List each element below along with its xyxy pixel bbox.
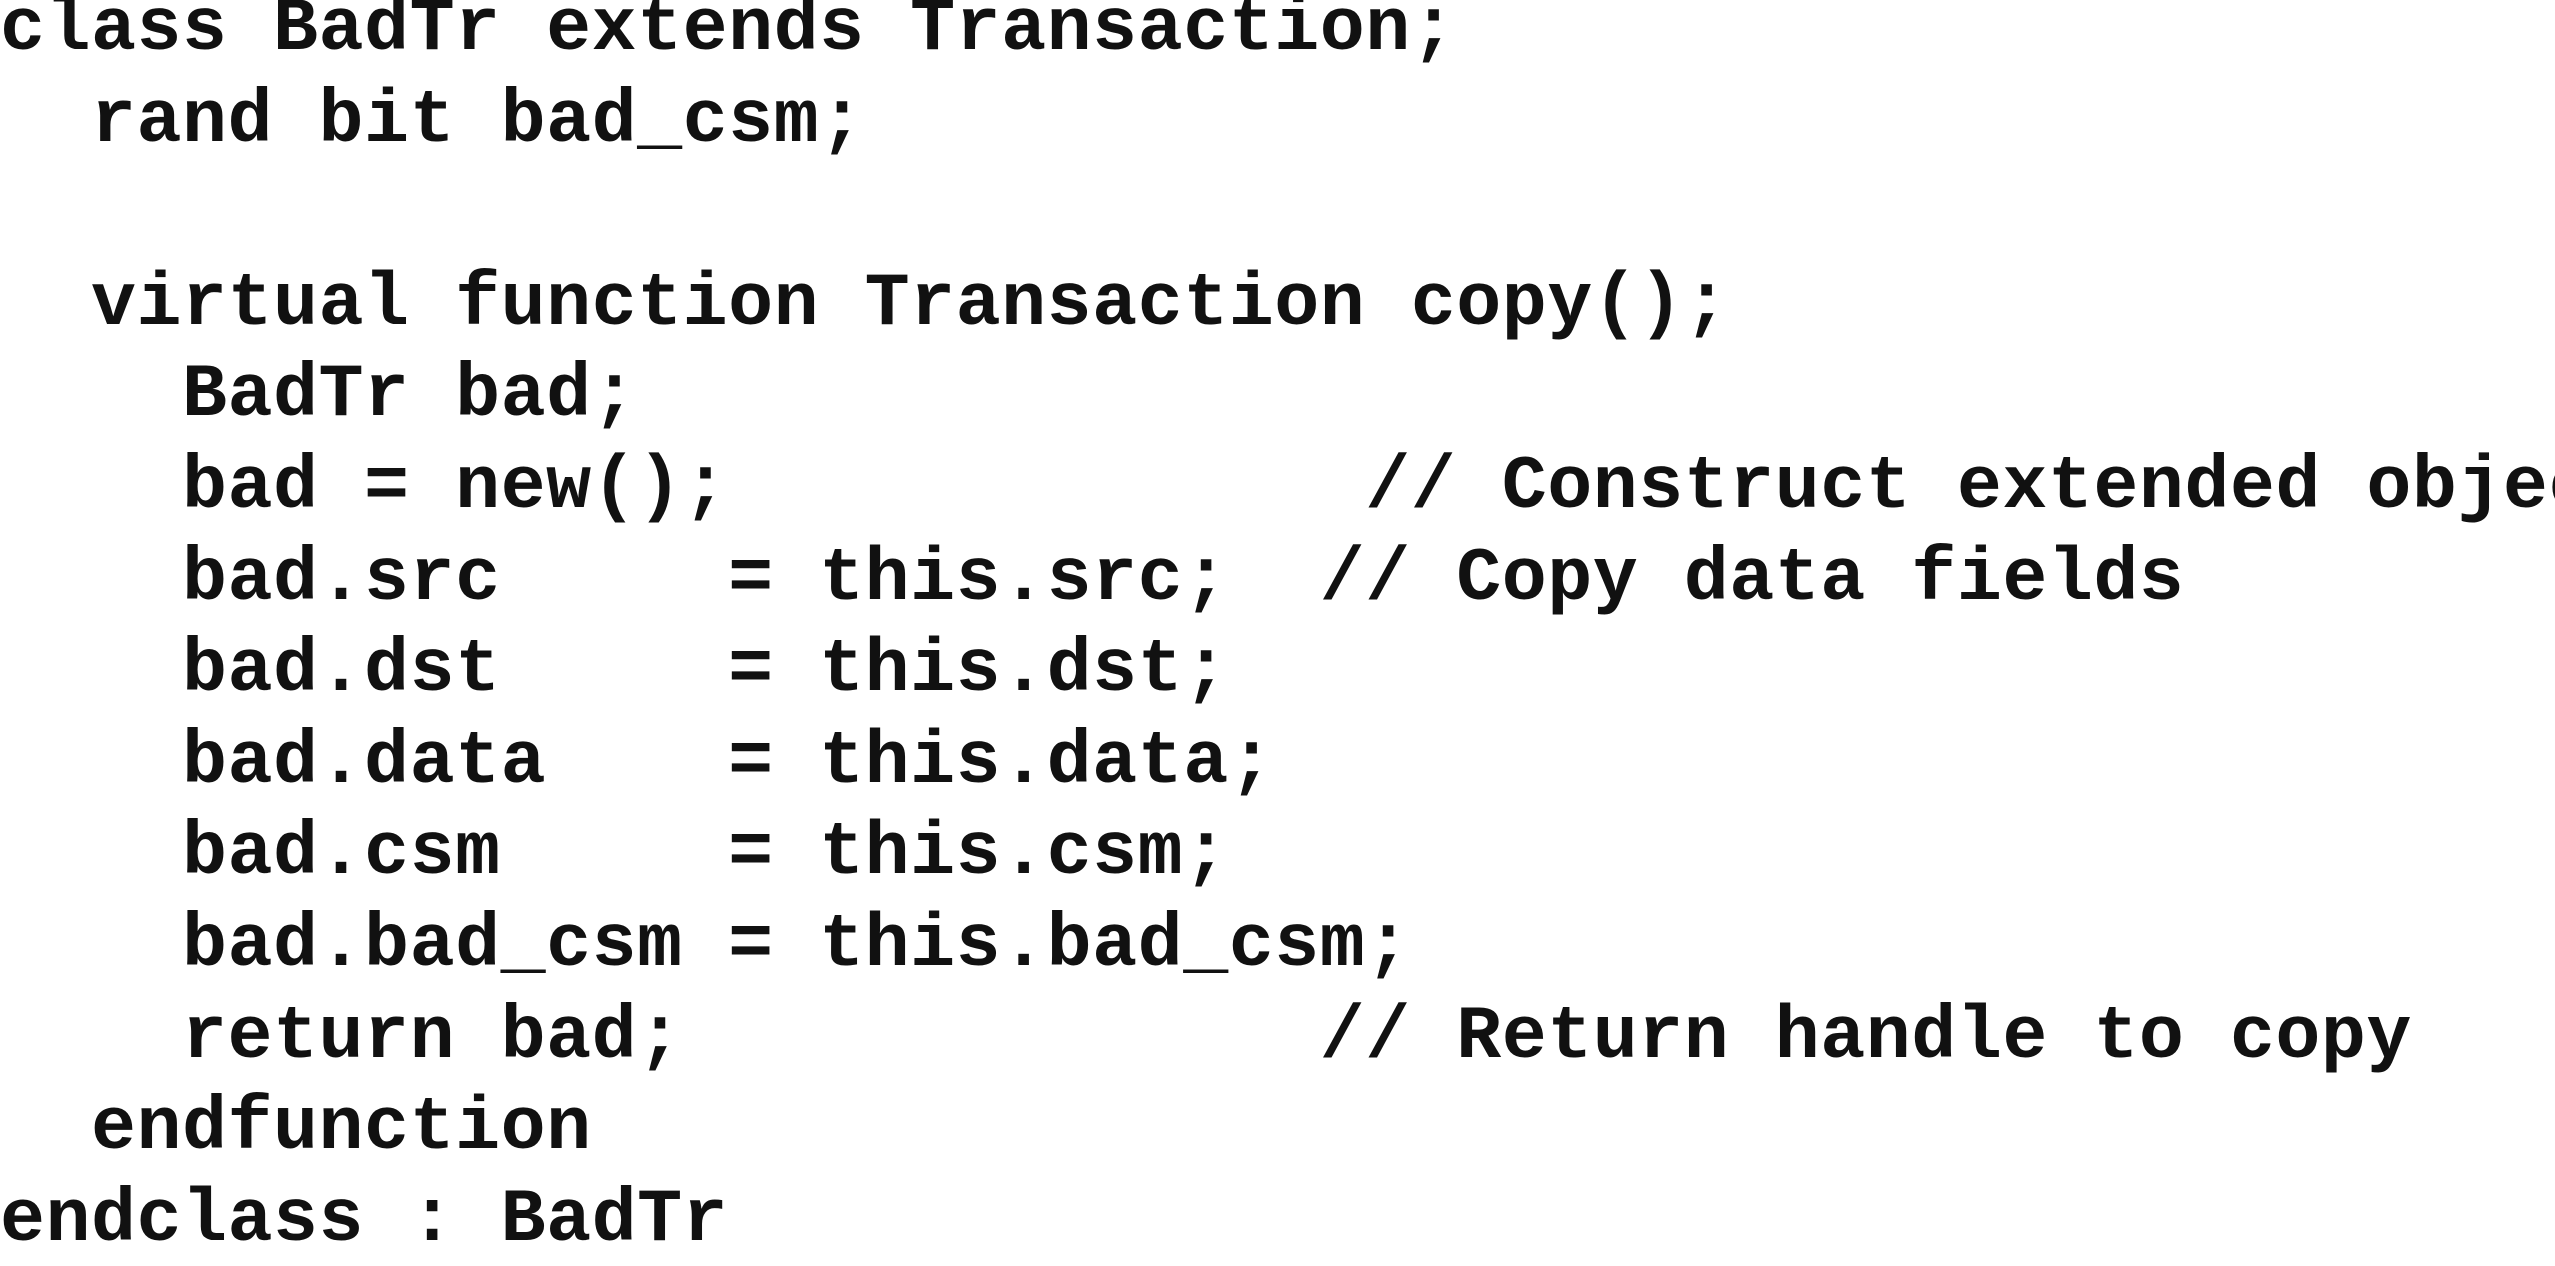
code-line-return: return bad; // Return handle to copy xyxy=(0,994,2412,1080)
code-line-function-decl: virtual function Transaction copy(); xyxy=(0,261,1730,347)
code-line-copy-bad-csm: bad.bad_csm = this.bad_csm; xyxy=(0,902,1411,988)
code-listing: class BadTr extends Transaction; rand bi… xyxy=(0,0,2555,1263)
code-line-rand-field: rand bit bad_csm; xyxy=(0,78,865,164)
code-line-class-decl: class BadTr extends Transaction; xyxy=(0,0,1457,72)
code-line-copy-data: bad.data = this.data; xyxy=(0,719,1275,805)
code-line-copy-src: bad.src = this.src; // Copy data fields xyxy=(0,536,2185,622)
code-line-copy-csm: bad.csm = this.csm; xyxy=(0,811,1229,897)
code-line-endclass: endclass : BadTr xyxy=(0,1177,729,1263)
code-line-copy-dst: bad.dst = this.dst; xyxy=(0,628,1229,714)
code-line-endfunction: endfunction xyxy=(0,1086,592,1172)
code-line-construct: bad = new(); // Construct extended objec… xyxy=(0,444,2555,530)
code-line-local-var: BadTr bad; xyxy=(0,353,638,439)
